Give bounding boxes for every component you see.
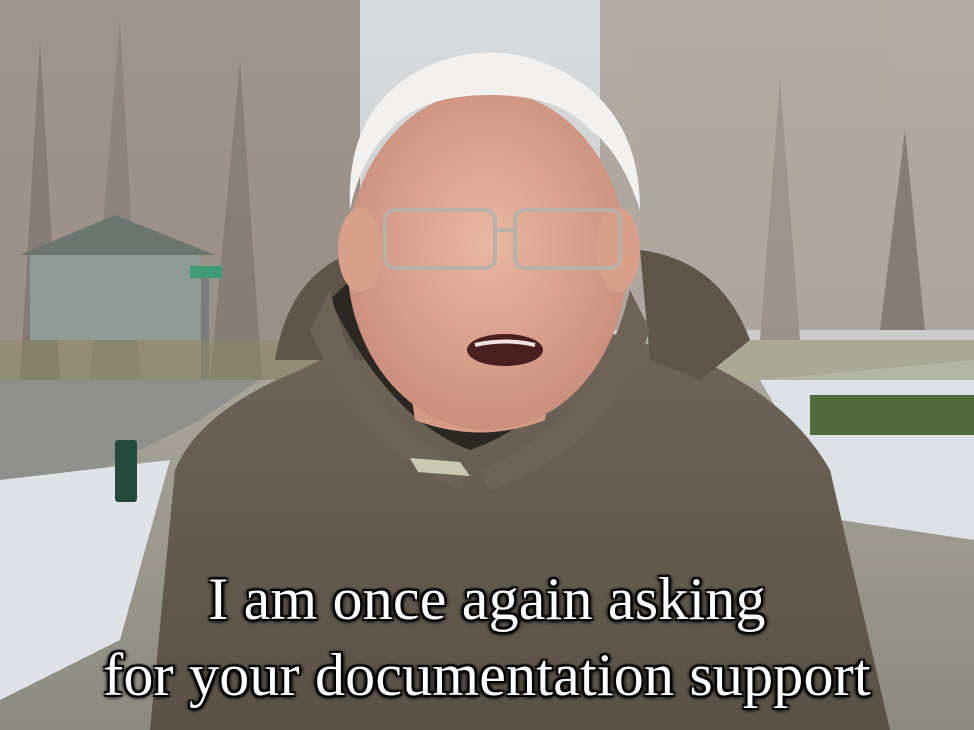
meme-frame: I am once again asking for your document…: [0, 0, 974, 730]
bollard: [115, 440, 137, 502]
caption-line-2: for your documentation support: [103, 642, 871, 708]
caption-line-1: I am once again asking: [208, 566, 766, 632]
face: [347, 90, 627, 430]
mouth: [467, 334, 543, 366]
background-house: [30, 250, 200, 340]
